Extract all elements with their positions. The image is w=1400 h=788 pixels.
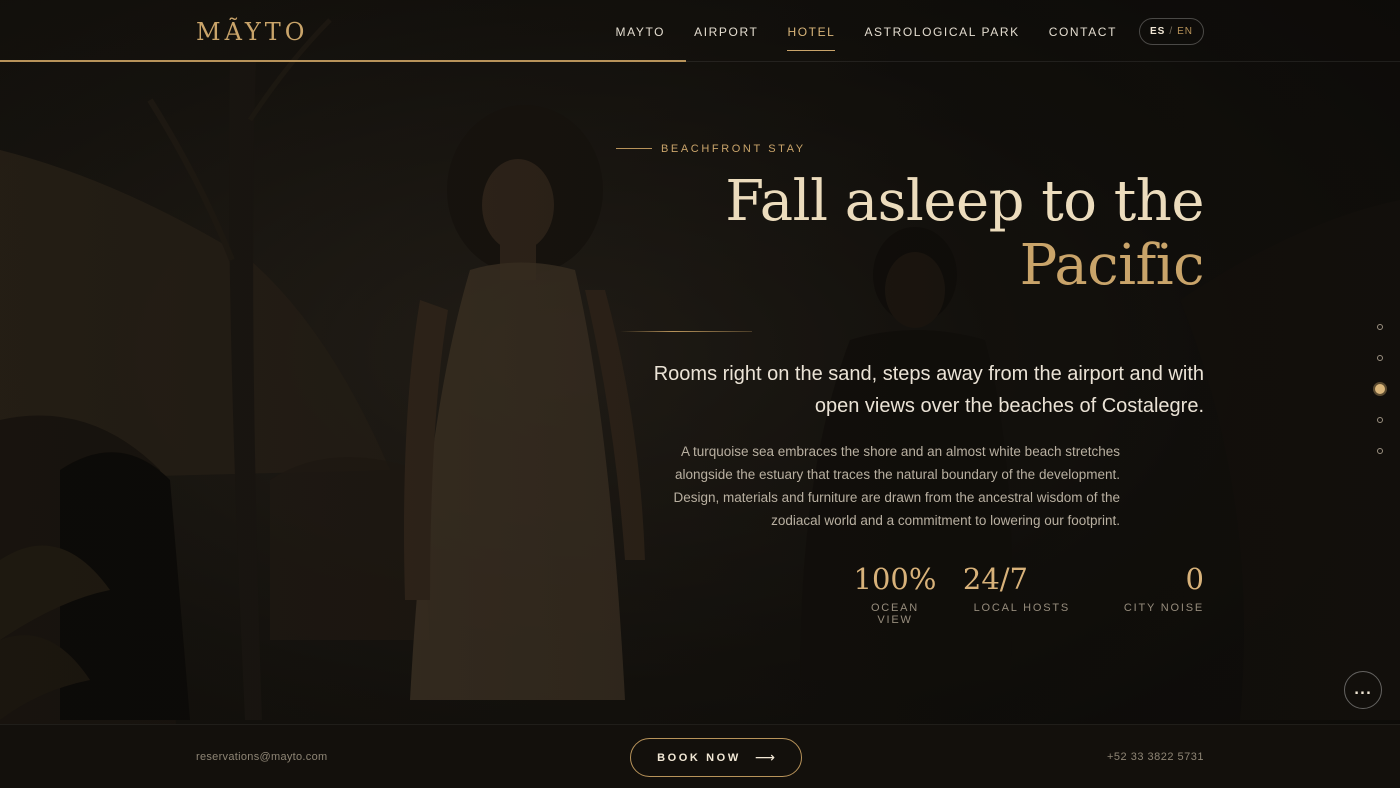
nav-item-hotel[interactable]: HOTEL bbox=[787, 25, 836, 51]
phone-link[interactable]: +52 33 3822 5731 bbox=[1107, 751, 1204, 763]
more-options-button[interactable]: ... bbox=[1344, 671, 1382, 709]
scroll-progress-bar bbox=[0, 60, 686, 62]
stat-local-hosts: 24/7 LOCAL HOSTS bbox=[938, 562, 1070, 626]
brand-logo[interactable]: MÃYTO bbox=[196, 18, 308, 46]
language-switcher[interactable]: ES / EN bbox=[1139, 18, 1204, 45]
nav-item-airport[interactable]: AIRPORT bbox=[694, 25, 758, 39]
language-option-en[interactable]: EN bbox=[1177, 26, 1193, 37]
section-dot-2[interactable] bbox=[1377, 355, 1383, 361]
booking-bar: reservations@mayto.com BOOK NOW ⟶ +52 33… bbox=[0, 724, 1400, 788]
arrow-right-icon: ⟶ bbox=[754, 749, 775, 766]
stat-city-noise: 0 CITY NOISE bbox=[1070, 562, 1204, 626]
section-dot-3[interactable] bbox=[1373, 382, 1387, 396]
section-dot-4[interactable] bbox=[1377, 417, 1383, 423]
language-option-es[interactable]: ES bbox=[1150, 26, 1165, 37]
section-dots-nav bbox=[1372, 324, 1388, 479]
stats-row: 100% OCEAN VIEW 24/7 LOCAL HOSTS 0 CITY … bbox=[852, 562, 1204, 626]
stat-value: 24/7 bbox=[962, 562, 1028, 596]
gold-divider bbox=[620, 331, 752, 332]
stat-ocean-view: 100% OCEAN VIEW bbox=[852, 562, 938, 626]
stat-label: CITY NOISE bbox=[1123, 602, 1204, 614]
stat-value: 0 bbox=[1185, 562, 1204, 596]
language-separator: / bbox=[1169, 26, 1174, 37]
nav-item-astrological-park[interactable]: ASTROLOGICAL PARK bbox=[864, 25, 1019, 39]
hero-title: Fall asleep to the Pacific bbox=[725, 170, 1204, 298]
book-now-button[interactable]: BOOK NOW ⟶ bbox=[630, 738, 802, 777]
site-header: MÃYTO MAYTO AIRPORT HOTEL ASTROLOGICAL P… bbox=[0, 0, 1400, 62]
reservations-email-link[interactable]: reservations@mayto.com bbox=[196, 751, 327, 763]
nav-item-mayto[interactable]: MAYTO bbox=[616, 25, 666, 39]
section-eyebrow: BEACHFRONT STAY bbox=[661, 143, 806, 155]
stat-label: OCEAN VIEW bbox=[870, 602, 920, 626]
stat-value: 100% bbox=[853, 562, 937, 596]
section-dot-5[interactable] bbox=[1377, 448, 1383, 454]
eyebrow-line bbox=[616, 148, 652, 149]
stat-label: LOCAL HOSTS bbox=[973, 602, 1070, 614]
hero-title-line-2: Pacific bbox=[1019, 233, 1205, 298]
book-now-label: BOOK NOW bbox=[657, 751, 741, 764]
section-dot-1[interactable] bbox=[1377, 324, 1383, 330]
main-nav: MAYTO AIRPORT HOTEL ASTROLOGICAL PARK CO… bbox=[616, 25, 1117, 51]
nav-item-contact[interactable]: CONTACT bbox=[1049, 25, 1117, 39]
hero-body: A turquoise sea embraces the shore and a… bbox=[673, 444, 1120, 528]
hero-lead: Rooms right on the sand, steps away from… bbox=[653, 363, 1204, 417]
hero-title-line-1: Fall asleep to the bbox=[725, 169, 1204, 234]
